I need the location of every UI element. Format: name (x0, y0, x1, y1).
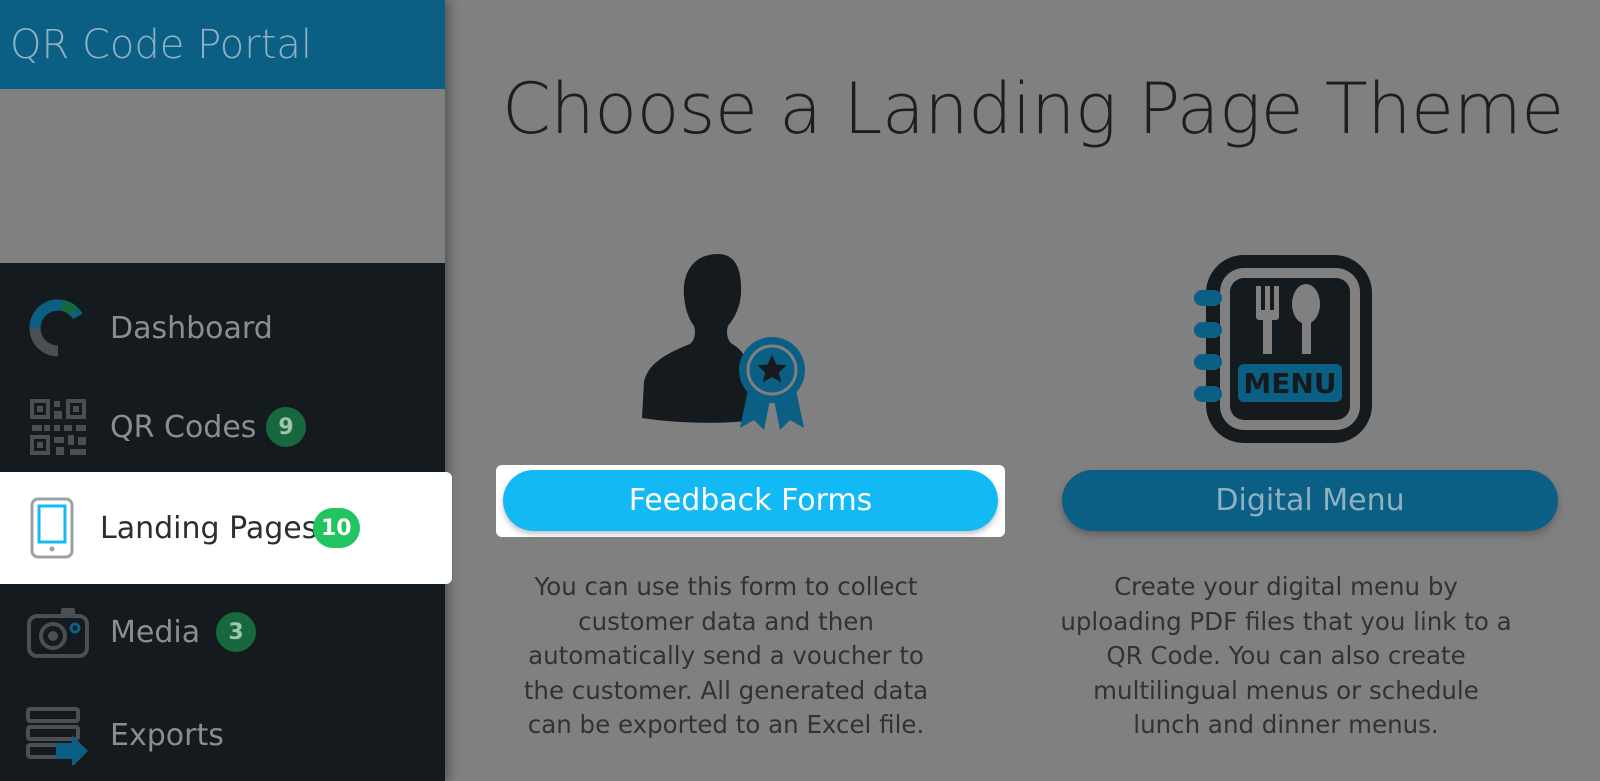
sidebar-item-qr-codes[interactable]: QR Codes 9 (0, 377, 445, 477)
menu-book-icon: MENU (1192, 252, 1378, 446)
count-badge: 10 (313, 508, 360, 548)
dashboard-donut-icon (26, 296, 90, 360)
sidebar-item-label: Landing Pages (100, 510, 318, 546)
feedback-forms-button[interactable]: Feedback Forms (503, 470, 998, 531)
count-badge: 9 (266, 407, 306, 447)
sidebar-item-label: Exports (110, 717, 224, 753)
app-title: QR Code Portal (10, 21, 313, 68)
person-award-icon (640, 252, 820, 442)
feedback-forms-description: You can use this form to collect custome… (523, 572, 929, 739)
brand-header: QR Code Portal (0, 0, 445, 89)
sidebar: QR Code Portal Dashboard QR Codes 9 Land… (0, 0, 452, 781)
camera-icon (26, 600, 90, 664)
tablet-icon (20, 496, 84, 560)
sidebar-item-label: Media (110, 614, 201, 650)
sidebar-item-dashboard[interactable]: Dashboard (0, 278, 445, 378)
profile-area (0, 89, 445, 263)
page-title: Choose a Landing Page Theme (502, 68, 1564, 150)
sidebar-item-exports[interactable]: Exports (0, 685, 445, 781)
digital-menu-button[interactable]: Digital Menu (1062, 470, 1558, 531)
menu-icon-text: MENU (1243, 367, 1336, 400)
sidebar-item-label: QR Codes (110, 409, 257, 445)
digital-menu-description: Create your digital menu by uploading PD… (1060, 572, 1512, 739)
count-badge: 3 (216, 612, 256, 652)
sidebar-item-media[interactable]: Media 3 (0, 582, 445, 682)
sidebar-item-label: Dashboard (110, 310, 273, 346)
sidebar-item-landing-pages[interactable]: Landing Pages 10 (0, 472, 452, 584)
qr-code-icon (26, 395, 90, 459)
export-icon (26, 703, 90, 767)
